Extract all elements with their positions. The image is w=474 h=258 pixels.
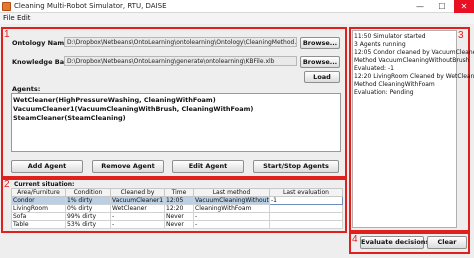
agents-list[interactable]: WetCleaner(HighPressureWashing, Cleaning… bbox=[11, 93, 341, 152]
table-row[interactable]: Condor 1% dirty VacuumCleaner1 12:05 Vac… bbox=[11, 196, 343, 205]
list-item[interactable]: SteamCleaner(SteamCleaning) bbox=[13, 114, 340, 123]
minimize-icon[interactable]: — bbox=[410, 0, 430, 13]
region-label-4: 4 bbox=[352, 234, 358, 245]
add-agent-button[interactable]: Add Agent bbox=[11, 160, 83, 173]
agents-label: Agents: bbox=[12, 85, 41, 93]
start-stop-agents-button[interactable]: Start/Stop Agents bbox=[253, 160, 339, 173]
ontology-name-label: Ontology Name: bbox=[12, 39, 72, 47]
table-cell[interactable]: VacuumCleaningWithout... bbox=[193, 196, 270, 205]
log-line: Method CleaningWithFoam bbox=[354, 81, 435, 88]
table-cell[interactable]: 99% dirty bbox=[65, 212, 111, 221]
table-cell[interactable]: Condor bbox=[11, 196, 66, 205]
column-header[interactable]: Condition bbox=[65, 188, 111, 197]
log-line: Evaluation: Pending bbox=[354, 89, 414, 96]
table-cell[interactable]: -1 bbox=[269, 196, 343, 205]
table-row[interactable]: LivingRoom 0% dirty WetCleaner 12:20 Cle… bbox=[11, 204, 343, 213]
table-cell[interactable]: - bbox=[193, 220, 270, 229]
table-cell[interactable] bbox=[269, 204, 343, 213]
edit-agent-button[interactable]: Edit Agent bbox=[172, 160, 244, 173]
table-cell[interactable]: LivingRoom bbox=[11, 204, 66, 213]
table-cell[interactable]: - bbox=[110, 212, 165, 221]
table-row[interactable]: Sofa 99% dirty - Never - bbox=[11, 212, 343, 221]
maximize-icon[interactable]: ☐ bbox=[432, 0, 452, 13]
knowledge-base-field[interactable]: D:\Dropbox\Netbeans\OntoLearning\generat… bbox=[64, 56, 297, 66]
evaluate-decisions-button[interactable]: Evaluate decisions bbox=[360, 236, 429, 249]
table-cell[interactable]: 0% dirty bbox=[65, 204, 111, 213]
table-cell[interactable] bbox=[269, 212, 343, 221]
remove-agent-button[interactable]: Remove Agent bbox=[92, 160, 164, 173]
situation-label: Current situation: bbox=[14, 181, 75, 188]
table-cell[interactable]: 53% dirty bbox=[65, 220, 111, 229]
table-cell[interactable]: - bbox=[110, 220, 165, 229]
log-line: 3 Agents running bbox=[354, 41, 406, 48]
table-cell[interactable]: - bbox=[193, 212, 270, 221]
table-cell[interactable] bbox=[269, 220, 343, 229]
close-icon[interactable]: ✕ bbox=[454, 0, 474, 13]
table-cell[interactable]: VacuumCleaner1 bbox=[110, 196, 165, 205]
log-textarea[interactable]: 11:50 Simulator started 3 Agents running… bbox=[352, 30, 474, 228]
log-line: Method VacuumCleaningWithoutBrush bbox=[354, 57, 470, 64]
table-header-row: Area/Furniture Condition Cleaned by Time… bbox=[11, 188, 343, 197]
column-header[interactable]: Area/Furniture bbox=[11, 188, 66, 197]
table-cell[interactable]: Sofa bbox=[11, 212, 66, 221]
ontology-name-field[interactable]: D:\Dropbox\Netbeans\OntoLearning\ontolea… bbox=[64, 37, 297, 47]
table-cell[interactable]: CleaningWithFoam bbox=[193, 204, 270, 213]
table-cell[interactable]: 1% dirty bbox=[65, 196, 111, 205]
table-cell[interactable]: Table bbox=[11, 220, 66, 229]
title-bar: Cleaning Multi-Robot Simulator, RTU, DAI… bbox=[0, 0, 474, 13]
log-line: 12:05 Condor cleaned by VacuumCleaner1, bbox=[354, 49, 474, 56]
table-cell[interactable]: 12:05 bbox=[164, 196, 194, 205]
log-line: 12:20 LivingRoom Cleaned by WetCleaner bbox=[354, 73, 474, 80]
column-header[interactable]: Cleaned by bbox=[110, 188, 165, 197]
load-button[interactable]: Load bbox=[304, 71, 340, 83]
menu-file[interactable]: File bbox=[3, 14, 15, 22]
table-cell[interactable]: Never bbox=[164, 212, 194, 221]
list-item[interactable]: WetCleaner(HighPressureWashing, Cleaning… bbox=[13, 96, 340, 105]
browse-kb-button[interactable]: Browse... bbox=[300, 56, 340, 68]
app-icon bbox=[2, 2, 11, 11]
menu-edit[interactable]: Edit bbox=[17, 14, 31, 22]
region-label-2: 2 bbox=[4, 179, 10, 190]
table-row[interactable]: Table 53% dirty - Never - bbox=[11, 220, 343, 229]
browse-ontology-button[interactable]: Browse... bbox=[300, 37, 340, 49]
log-line: Evaluated: -1 bbox=[354, 65, 394, 72]
log-line: 11:50 Simulator started bbox=[354, 33, 426, 40]
list-item[interactable]: VacuumCleaner1(VacuumCleaningWithBrush, … bbox=[13, 105, 340, 114]
window-title: Cleaning Multi-Robot Simulator, RTU, DAI… bbox=[14, 2, 167, 10]
column-header[interactable]: Last evaluation bbox=[269, 188, 343, 197]
region-label-3: 3 bbox=[458, 30, 464, 41]
situation-table: Area/Furniture Condition Cleaned by Time… bbox=[11, 188, 343, 229]
table-cell[interactable]: WetCleaner bbox=[110, 204, 165, 213]
menu-bar: File Edit bbox=[0, 13, 474, 24]
table-cell[interactable]: 12:20 bbox=[164, 204, 194, 213]
clear-button[interactable]: Clear bbox=[427, 236, 467, 249]
table-cell[interactable]: Never bbox=[164, 220, 194, 229]
column-header[interactable]: Time bbox=[164, 188, 194, 197]
column-header[interactable]: Last method bbox=[193, 188, 270, 197]
region-label-1: 1 bbox=[4, 29, 10, 40]
